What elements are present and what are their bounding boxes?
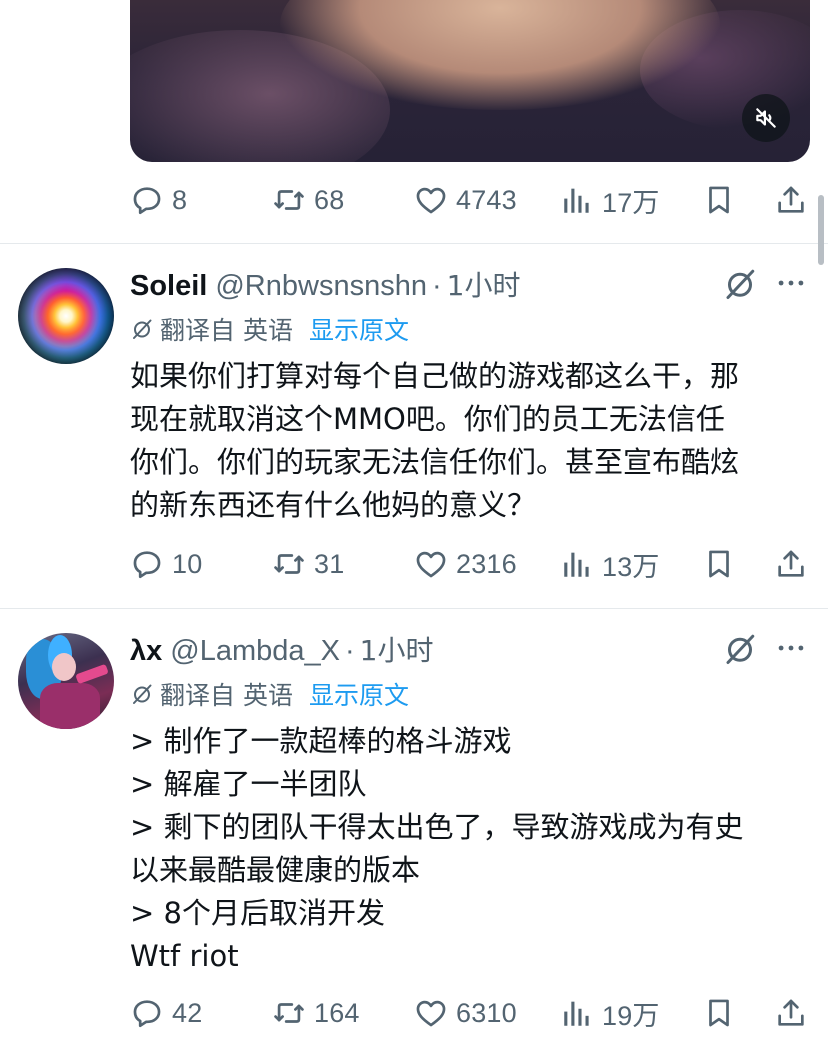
tweet-header: Soleil @Rnbwsnsnshn · 1小时 bbox=[130, 264, 520, 302]
user-handle[interactable]: @Lambda_X bbox=[170, 635, 340, 668]
repost-button[interactable]: 31 bbox=[272, 544, 344, 584]
show-original-link[interactable]: 显示原文 bbox=[309, 676, 409, 712]
display-name[interactable]: λx bbox=[130, 635, 162, 668]
share-button[interactable] bbox=[774, 993, 808, 1033]
views-button[interactable]: 19万 bbox=[560, 993, 660, 1033]
tweet-text: > 制作了一款超棒的格斗游戏 > 解雇了一半团队 > 剩下的团队干得太出色了，导… bbox=[130, 720, 810, 978]
tweet-text-line: > 剩下的团队干得太出色了，导致游戏成为有史 bbox=[130, 810, 744, 844]
share-icon bbox=[778, 550, 804, 577]
avatar-shape bbox=[40, 683, 100, 729]
views-button[interactable]: 13万 bbox=[560, 544, 660, 584]
like-count: 6310 bbox=[456, 997, 517, 1028]
repost-button[interactable]: 164 bbox=[272, 993, 360, 1033]
reply-count: 8 bbox=[172, 184, 188, 215]
repost-icon bbox=[274, 190, 304, 210]
bookmark-button[interactable] bbox=[702, 180, 736, 220]
tweet-header: λx @Lambda_X · 1小时 bbox=[130, 629, 433, 667]
tweet-text-line: 你们。你们的玩家无法信任你们。甚至宣布酷炫 bbox=[130, 445, 740, 479]
translated-from-label: 翻译自 英语 bbox=[160, 316, 293, 345]
display-name[interactable]: Soleil bbox=[130, 270, 207, 303]
tweet-text-line: > 解雇了一半团队 bbox=[130, 767, 367, 801]
views-icon bbox=[564, 1001, 589, 1026]
repost-count: 164 bbox=[314, 997, 360, 1028]
translate-icon bbox=[133, 684, 152, 704]
like-button[interactable]: 6310 bbox=[414, 993, 517, 1033]
translated-from-label: 翻译自 英语 bbox=[160, 681, 293, 710]
avatar-shape bbox=[52, 653, 76, 681]
heart-icon bbox=[416, 187, 446, 214]
like-button[interactable]: 2316 bbox=[414, 544, 517, 584]
share-icon bbox=[778, 999, 804, 1026]
separator: · bbox=[344, 635, 355, 667]
bookmark-icon bbox=[709, 550, 729, 578]
speaker-muted-icon bbox=[756, 108, 776, 128]
translation-info: 翻译自 英语 显示原文 bbox=[130, 676, 409, 712]
reply-icon bbox=[133, 187, 161, 215]
views-count: 17万 bbox=[602, 187, 660, 218]
more-icon[interactable] bbox=[774, 266, 808, 300]
avatar[interactable] bbox=[18, 268, 114, 364]
reply-count: 10 bbox=[172, 548, 203, 579]
translate-icon bbox=[133, 319, 152, 339]
tweet-actions: 8 68 4743 17万 bbox=[130, 180, 810, 220]
tweet-text: 如果你们打算对每个自己做的游戏都这么干，那 现在就取消这个MMO吧。你们的员工无… bbox=[130, 355, 810, 527]
avatar-shape bbox=[75, 663, 109, 685]
heart-icon bbox=[416, 1000, 446, 1027]
repost-count: 31 bbox=[314, 548, 345, 579]
views-count: 13万 bbox=[602, 551, 660, 582]
repost-button[interactable]: 68 bbox=[272, 180, 344, 220]
divider bbox=[0, 608, 828, 609]
views-icon bbox=[564, 552, 589, 577]
repost-count: 68 bbox=[314, 184, 345, 215]
translation-info: 翻译自 英语 显示原文 bbox=[130, 311, 409, 347]
reply-icon bbox=[133, 551, 161, 579]
heart-icon bbox=[416, 551, 446, 578]
user-handle[interactable]: @Rnbwsnsnshn bbox=[215, 270, 427, 303]
like-count: 2316 bbox=[456, 548, 517, 579]
bookmark-button[interactable] bbox=[702, 544, 736, 584]
more-icon[interactable] bbox=[774, 631, 808, 665]
tweet-text-line: > 制作了一款超棒的格斗游戏 bbox=[130, 724, 512, 758]
like-count: 4743 bbox=[456, 184, 517, 215]
tweet-text-line: 现在就取消这个MMO吧。你们的员工无法信任 bbox=[130, 402, 725, 436]
mute-button[interactable] bbox=[742, 94, 790, 142]
bookmark-icon bbox=[709, 186, 729, 214]
share-icon bbox=[778, 186, 804, 213]
tweet-text-line: > 8个月后取消开发 bbox=[130, 896, 385, 930]
repost-icon bbox=[274, 554, 304, 574]
share-button[interactable] bbox=[774, 544, 808, 584]
tweet-actions: 42 164 6310 19万 bbox=[130, 993, 810, 1033]
tweet-text-line: 如果你们打算对每个自己做的游戏都这么干，那 bbox=[130, 359, 740, 393]
reply-button[interactable]: 8 bbox=[130, 180, 187, 220]
timestamp[interactable]: 1小时 bbox=[360, 629, 434, 669]
bookmark-icon bbox=[709, 999, 729, 1027]
reply-button[interactable]: 10 bbox=[130, 544, 202, 584]
tweet-text-line: 以来最酷最健康的版本 bbox=[130, 853, 421, 887]
like-button[interactable]: 4743 bbox=[414, 180, 517, 220]
repost-icon bbox=[274, 1003, 304, 1023]
grok-icon[interactable] bbox=[722, 631, 758, 667]
reply-icon bbox=[133, 1000, 161, 1028]
avatar[interactable] bbox=[18, 633, 114, 729]
divider bbox=[0, 243, 828, 244]
show-original-link[interactable]: 显示原文 bbox=[309, 311, 409, 347]
reply-count: 42 bbox=[172, 997, 203, 1028]
grok-icon[interactable] bbox=[722, 266, 758, 302]
tweet-actions: 10 31 2316 13万 bbox=[130, 544, 810, 584]
tweet-text-line: Wtf riot bbox=[130, 939, 239, 973]
views-button[interactable]: 17万 bbox=[560, 180, 660, 220]
tweet-text-line: 的新东西还有什么他妈的意义？ bbox=[130, 488, 537, 522]
share-button[interactable] bbox=[774, 180, 808, 220]
views-icon bbox=[564, 188, 589, 213]
views-count: 19万 bbox=[602, 1000, 660, 1031]
bookmark-button[interactable] bbox=[702, 993, 736, 1033]
reply-button[interactable]: 42 bbox=[130, 993, 202, 1033]
scrollbar[interactable] bbox=[818, 195, 824, 265]
separator: · bbox=[431, 270, 442, 302]
video-media[interactable] bbox=[130, 0, 810, 162]
timestamp[interactable]: 1小时 bbox=[447, 264, 521, 304]
